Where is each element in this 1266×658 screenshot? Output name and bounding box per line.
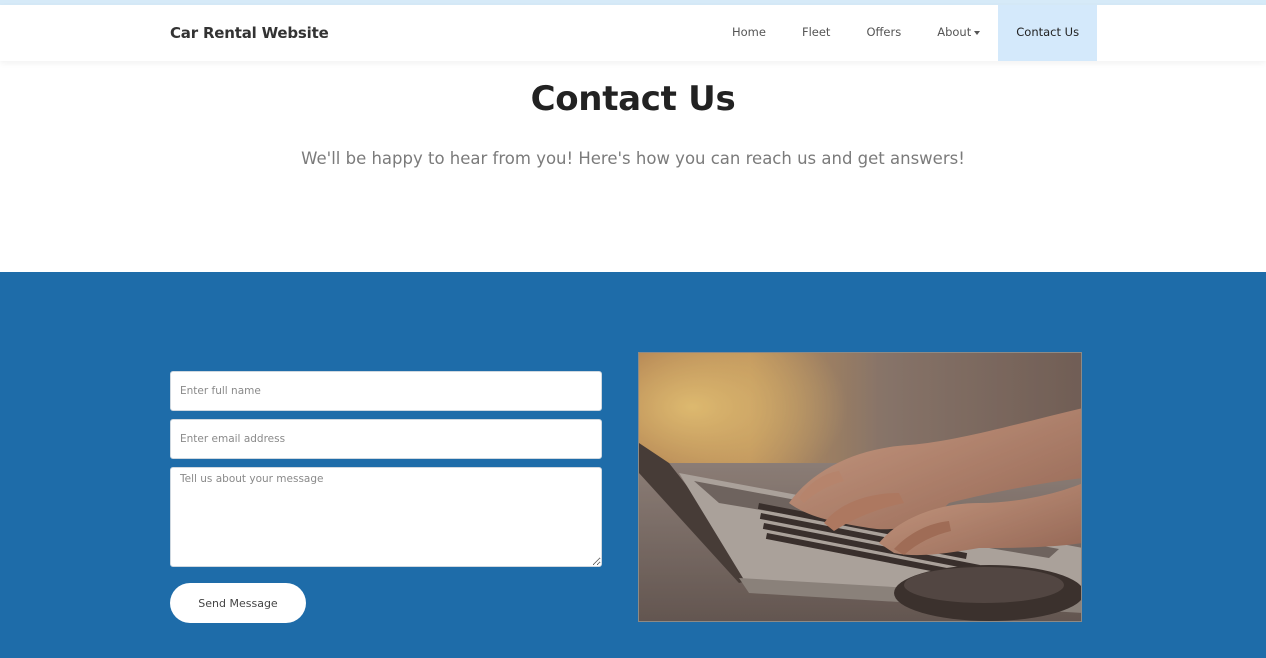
- main-nav: Home Fleet Offers About Contact Us: [714, 5, 1098, 61]
- message-textarea[interactable]: [170, 467, 602, 567]
- full-name-input[interactable]: [170, 371, 602, 411]
- hero-section: Contact Us We'll be happy to hear from y…: [0, 61, 1266, 272]
- nav-item-contact[interactable]: Contact Us: [998, 5, 1098, 61]
- contact-section: Send Message: [0, 272, 1266, 658]
- caret-down-icon: [974, 30, 981, 35]
- email-input[interactable]: [170, 419, 602, 459]
- navbar: Car Rental Website Home Fleet Offers Abo…: [0, 5, 1266, 61]
- page-subtitle: We'll be happy to hear from you! Here's …: [301, 149, 965, 168]
- laptop-typing-illustration: [639, 353, 1081, 621]
- nav-item-home[interactable]: Home: [714, 5, 784, 61]
- brand-logo[interactable]: Car Rental Website: [170, 5, 329, 61]
- laptop-typing-photo: [638, 352, 1082, 622]
- page-title: Contact Us: [530, 79, 736, 119]
- nav-item-offers[interactable]: Offers: [848, 5, 919, 61]
- nav-item-about[interactable]: About: [919, 5, 998, 61]
- nav-item-fleet[interactable]: Fleet: [784, 5, 848, 61]
- nav-item-about-label: About: [937, 25, 972, 39]
- send-message-button[interactable]: Send Message: [170, 583, 306, 623]
